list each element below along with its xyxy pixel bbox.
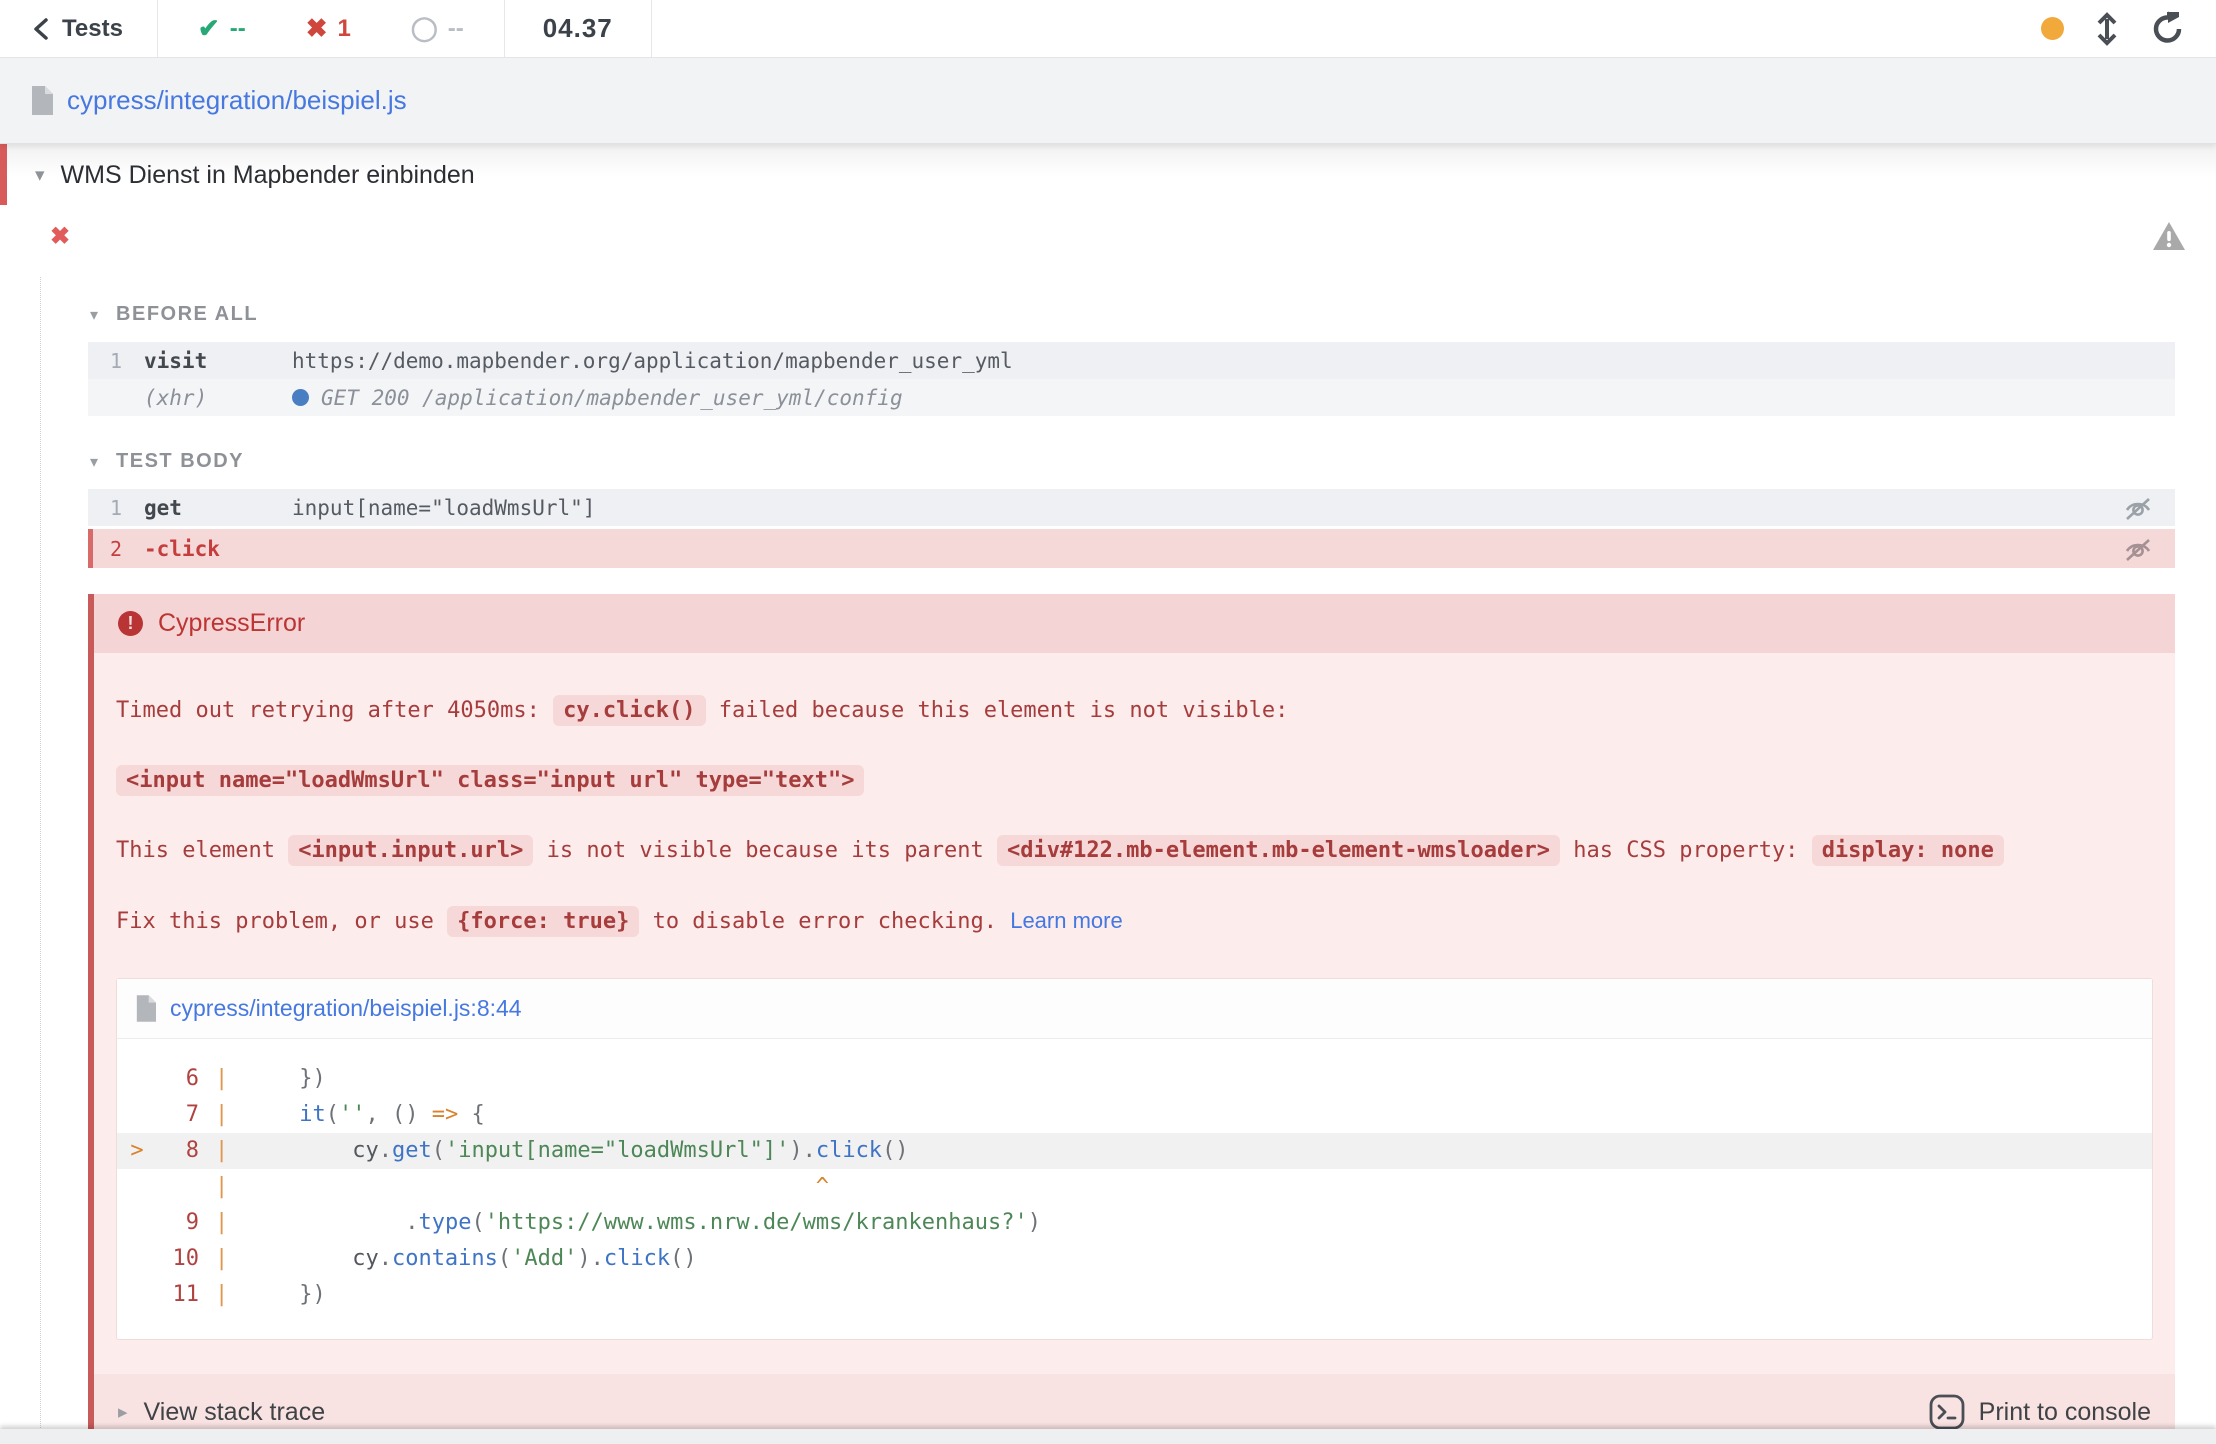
command-number: 1: [88, 349, 122, 373]
error-code-chip: <input name="loadWmsUrl" class="input ur…: [116, 765, 864, 796]
divider: [651, 0, 652, 57]
file-icon: [30, 86, 53, 115]
check-icon: ✔: [198, 13, 220, 44]
print-to-console-button[interactable]: Print to console: [1929, 1394, 2151, 1430]
element-hidden-icon: [2123, 495, 2175, 521]
command-row-click-failed[interactable]: 2 -click: [88, 529, 2175, 568]
view-stack-trace-toggle[interactable]: ▸ View stack trace: [118, 1398, 325, 1427]
stat-pending: ◯ --: [381, 14, 494, 43]
error-text: to disable error checking.: [639, 909, 1010, 934]
command-method: visit: [144, 349, 292, 373]
pending-count: --: [448, 15, 464, 43]
suite-title: WMS Dienst in Mapbender einbinden: [61, 161, 475, 190]
caret-right-icon: ▸: [118, 1401, 128, 1424]
section-label: TEST BODY: [116, 450, 244, 473]
scroll-to-top-bottom-icon[interactable]: [2094, 12, 2120, 46]
code-line: 9| .type('https://www.wms.nrw.de/wms/kra…: [117, 1205, 2152, 1241]
command-number: 2: [93, 537, 122, 561]
xhr-message-text: GET 200 /application/mapbender_user_yml/…: [321, 386, 903, 410]
test-timer: 04.37: [505, 0, 651, 57]
spec-path-bar: cypress/integration/beispiel.js: [0, 58, 2216, 144]
command-method: get: [144, 496, 292, 520]
error-text: failed because this element is not visib…: [706, 698, 1289, 723]
error-name: CypressError: [158, 609, 305, 638]
x-icon: ✖: [306, 13, 328, 44]
error-message-line: Timed out retrying after 4050ms: cy.clic…: [116, 691, 2153, 731]
error-header: ! CypressError: [94, 594, 2175, 653]
command-method: (xhr): [144, 386, 292, 410]
error-code-chip: {force: true}: [447, 906, 639, 937]
stack-trace-label: View stack trace: [144, 1398, 326, 1427]
command-message: input[name="loadWmsUrl"]: [292, 496, 2123, 520]
learn-more-link[interactable]: Learn more: [1010, 908, 1123, 933]
code-frame: cypress/integration/beispiel.js:8:44 6| …: [116, 978, 2153, 1340]
failed-test-row[interactable]: ✖: [0, 205, 2216, 261]
error-body: Timed out retrying after 4050ms: cy.clic…: [94, 653, 2175, 1340]
stat-failed: ✖ 1: [276, 13, 381, 44]
command-message: https://demo.mapbender.org/application/m…: [292, 349, 2175, 373]
command-number: 1: [88, 496, 122, 520]
error-message-line: Fix this problem, or use {force: true} t…: [116, 901, 2153, 942]
stat-passed: ✔ --: [168, 13, 276, 44]
error-exclamation-icon: !: [118, 611, 143, 636]
back-to-tests-button[interactable]: Tests: [0, 0, 157, 57]
error-code-chip: <div#122.mb-element.mb-element-wmsloader…: [997, 835, 1560, 866]
warning-triangle-icon: [2152, 221, 2186, 251]
error-code-chip: <input.input.url>: [288, 835, 533, 866]
print-console-label: Print to console: [1979, 1398, 2151, 1427]
code-frame-body: 6| })7| it('', () => {>8| cy.get('input[…: [117, 1039, 2152, 1339]
reporter-header: Tests ✔ -- ✖ 1 ◯ -- 04.37: [0, 0, 2216, 58]
code-line: 11| }): [117, 1277, 2152, 1313]
error-text: has CSS property:: [1560, 838, 1812, 863]
error-text: This element: [116, 838, 288, 863]
xhr-status-dot-icon: [292, 389, 309, 406]
terminal-icon: [1929, 1394, 1965, 1430]
code-line: 10| cy.contains('Add').click(): [117, 1241, 2152, 1277]
command-message: GET 200 /application/mapbender_user_yml/…: [292, 386, 2175, 410]
code-line: >8| cy.get('input[name="loadWmsUrl"]').c…: [117, 1133, 2152, 1169]
error-text: Timed out retrying after 4050ms:: [116, 698, 553, 723]
rerun-tests-icon[interactable]: [2150, 11, 2186, 47]
collapse-caret-icon: ▾: [90, 305, 98, 325]
collapse-caret-icon: ▾: [35, 164, 45, 187]
circle-icon: ◯: [411, 14, 438, 43]
collapse-caret-icon: ▾: [90, 452, 98, 472]
element-hidden-icon: [2123, 536, 2175, 562]
suite-header[interactable]: ▾ WMS Dienst in Mapbender einbinden: [0, 144, 2216, 205]
command-method: -click: [144, 537, 292, 561]
code-frame-header: cypress/integration/beispiel.js:8:44: [117, 979, 2152, 1039]
error-code-chip: cy.click(): [553, 695, 705, 726]
command-row-xhr[interactable]: (xhr) GET 200 /application/mapbender_use…: [88, 379, 2175, 416]
chevron-left-icon: [30, 15, 52, 43]
command-row-visit[interactable]: 1 visit https://demo.mapbender.org/appli…: [88, 342, 2175, 379]
attempt-content: ▾ BEFORE ALL 1 visit https://demo.mapben…: [40, 277, 2216, 1444]
code-frame-file-link[interactable]: cypress/integration/beispiel.js:8:44: [170, 995, 522, 1022]
error-block: ! CypressError Timed out retrying after …: [88, 594, 2175, 1444]
file-icon: [135, 995, 156, 1022]
back-label: Tests: [62, 15, 123, 43]
passed-count: --: [230, 15, 246, 43]
code-line: 7| it('', () => {: [117, 1097, 2152, 1133]
failed-count: 1: [338, 15, 351, 43]
error-text: Fix this problem, or use: [116, 909, 447, 934]
code-line: | ^: [117, 1169, 2152, 1205]
test-failed-x-icon: ✖: [50, 222, 70, 251]
bottom-strip: [0, 1429, 2216, 1444]
before-all-section-header[interactable]: ▾ BEFORE ALL: [90, 303, 2175, 326]
test-stats: ✔ -- ✖ 1 ◯ --: [158, 0, 504, 57]
error-message-line: This element <input.input.url> is not vi…: [116, 831, 2153, 871]
section-label: BEFORE ALL: [116, 303, 258, 326]
error-message-line: <input name="loadWmsUrl" class="input ur…: [116, 761, 2153, 801]
auto-scrolling-indicator[interactable]: [2041, 17, 2064, 40]
spec-file-link[interactable]: cypress/integration/beispiel.js: [67, 85, 407, 116]
code-line: 6| }): [117, 1061, 2152, 1097]
error-code-chip: display: none: [1812, 835, 2004, 866]
test-body-section-header[interactable]: ▾ TEST BODY: [90, 450, 2175, 473]
error-text: is not visible because its parent: [533, 838, 997, 863]
command-row-get[interactable]: 1 get input[name="loadWmsUrl"]: [88, 489, 2175, 526]
